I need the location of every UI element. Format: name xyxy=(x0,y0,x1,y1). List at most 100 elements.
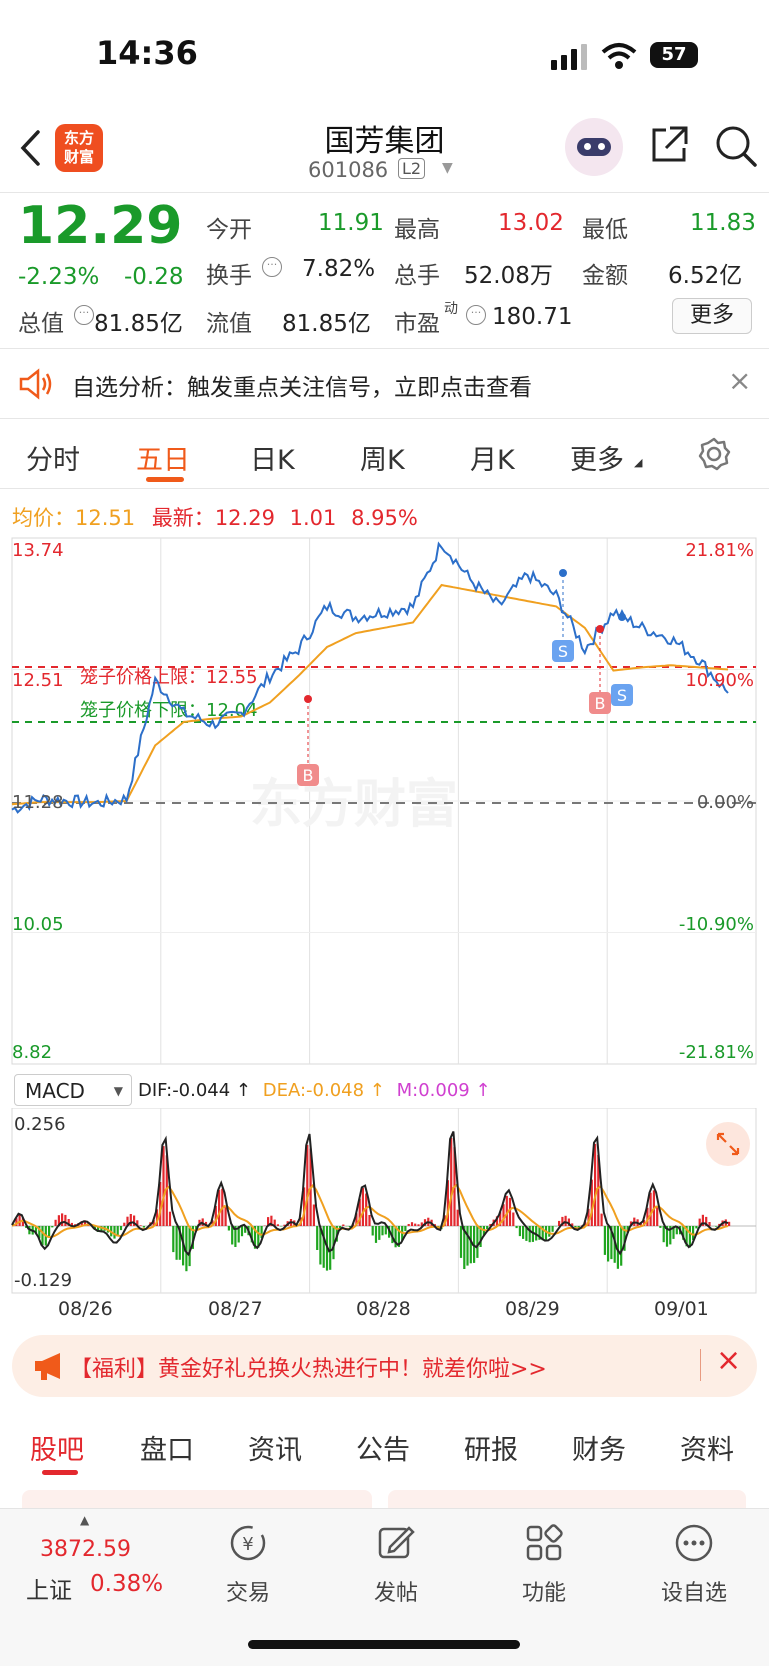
assistant-avatar-icon[interactable] xyxy=(565,118,623,176)
macd-bar xyxy=(509,1198,511,1226)
y-tick-left-1: 12.51 xyxy=(12,670,64,691)
macd-bar xyxy=(408,1224,410,1226)
sell-marker[interactable]: S xyxy=(611,613,633,706)
macd-bar xyxy=(656,1206,658,1226)
tab-daily-k[interactable]: 日K xyxy=(250,438,295,477)
close-icon[interactable]: × xyxy=(716,1343,741,1378)
macd-bar xyxy=(460,1226,462,1258)
buy-marker[interactable]: B xyxy=(297,695,319,786)
wifi-icon xyxy=(601,42,637,70)
tab-financials[interactable]: 财务 xyxy=(572,1428,626,1467)
macd-bar xyxy=(306,1145,308,1226)
tab-guba[interactable]: 股吧 xyxy=(30,1428,84,1467)
more-quote-button[interactable]: 更多 xyxy=(672,298,752,334)
macd-bar xyxy=(601,1214,603,1226)
float-cap-label: 流值 xyxy=(206,304,252,338)
settings-gear-icon[interactable] xyxy=(696,436,732,472)
y-tick-left-4: 8.82 xyxy=(12,1042,52,1063)
index-value[interactable]: 3872.59 xyxy=(40,1537,131,1562)
tab-weekly-k[interactable]: 周K xyxy=(360,438,405,477)
turnover-value: 7.82% xyxy=(302,256,375,282)
nav-add-watchlist-label: 设自选 xyxy=(634,1575,754,1607)
level2-badge[interactable]: L2 xyxy=(398,158,425,179)
status-bar: 14:36 57 xyxy=(0,0,769,110)
svg-text:S: S xyxy=(617,686,627,705)
current-price: 12.29 xyxy=(18,196,182,256)
nav-trade[interactable]: ¥ 交易 xyxy=(188,1517,308,1627)
macd-bar xyxy=(689,1226,691,1247)
macd-bar xyxy=(502,1204,504,1226)
y-tick-right-1: 10.90% xyxy=(685,670,754,691)
x-label-2: 08/28 xyxy=(356,1298,411,1320)
expand-icon[interactable] xyxy=(706,1122,750,1166)
macd-bar xyxy=(516,1226,518,1228)
info-icon[interactable]: ··· xyxy=(262,257,282,277)
nav-add-watchlist[interactable]: 设自选 xyxy=(634,1517,754,1627)
macd-bar xyxy=(225,1207,227,1226)
open-value: 11.91 xyxy=(318,210,384,236)
close-icon[interactable]: × xyxy=(728,364,751,397)
macd-bar xyxy=(620,1226,622,1266)
x-label-1: 08/27 xyxy=(208,1298,263,1320)
chevron-down-icon[interactable]: ▼ xyxy=(442,160,453,176)
change-amount: -0.28 xyxy=(124,264,184,290)
high-label: 最高 xyxy=(394,210,440,244)
macd-bar xyxy=(41,1226,43,1245)
y-tick-right-2: 0.00% xyxy=(697,792,754,813)
float-cap-value: 81.85亿 xyxy=(282,304,371,338)
nav-functions[interactable]: 功能 xyxy=(484,1517,604,1627)
nav-post[interactable]: 发帖 xyxy=(336,1517,456,1627)
share-icon[interactable] xyxy=(648,124,690,166)
pe-dynamic-superscript: 动 xyxy=(444,298,458,318)
tab-five-day[interactable]: 五日 xyxy=(136,438,190,477)
tab-more[interactable]: 更多 xyxy=(570,438,624,477)
info-icon[interactable]: ··· xyxy=(466,305,486,325)
macd-bar xyxy=(55,1220,57,1226)
tab-profile[interactable]: 资料 xyxy=(680,1428,734,1467)
megaphone-icon xyxy=(32,1351,68,1381)
macd-bar xyxy=(457,1210,459,1226)
promo-banner[interactable]: 【福利】黄金好礼兑换火热进行中！就差你啦>> × xyxy=(12,1335,757,1397)
stock-header: 东方财富 国芳集团 601086 L2 ▼ xyxy=(0,110,769,192)
macd-bar xyxy=(375,1226,377,1243)
tab-order-book[interactable]: 盘口 xyxy=(140,1428,194,1467)
macd-bar xyxy=(231,1226,233,1245)
banner-divider xyxy=(700,1349,701,1381)
tab-intraday[interactable]: 分时 xyxy=(26,438,80,477)
tab-monthly-k[interactable]: 月K xyxy=(470,438,515,477)
volume-value: 52.08万 xyxy=(464,256,553,290)
macd-bar xyxy=(519,1226,521,1236)
clock: 14:36 xyxy=(96,34,198,72)
indicator-select[interactable]: MACD▼ xyxy=(14,1074,132,1106)
yen-exchange-icon: ¥ xyxy=(228,1523,268,1563)
macd-bar xyxy=(162,1146,164,1226)
macd-y-top: 0.256 xyxy=(14,1114,66,1135)
tab-research[interactable]: 研报 xyxy=(464,1428,518,1467)
macd-bar xyxy=(64,1215,66,1226)
caret-up-icon: ▲ xyxy=(80,1513,89,1527)
latest-value: 12.29 xyxy=(215,506,275,530)
macd-bar xyxy=(659,1226,661,1228)
macd-bar xyxy=(143,1226,145,1228)
five-day-price-chart[interactable]: 东方财富 笼子价格上限：12.55 笼子价格下限：12.04 13.74 12.… xyxy=(0,532,769,1072)
y-tick-left-2: 11.28 xyxy=(12,792,64,813)
avg-price-label: 均价： xyxy=(12,506,75,530)
macd-bar xyxy=(277,1224,279,1226)
macd-bar xyxy=(404,1226,406,1231)
market-cap-value: 81.85亿 xyxy=(94,304,183,338)
y-tick-left-3: 10.05 xyxy=(12,914,64,935)
macd-bar xyxy=(512,1213,514,1227)
tab-news[interactable]: 资讯 xyxy=(248,1428,302,1467)
macd-bar xyxy=(548,1226,550,1237)
banner-text: 【福利】黄金好礼兑换火热进行中！就差你啦>> xyxy=(70,1351,547,1383)
macd-chart[interactable]: 0.256 -0.129 xyxy=(0,1108,769,1298)
search-icon[interactable] xyxy=(714,124,758,168)
notice-bar[interactable]: 自选分析：触发重点关注信号，立即点击查看 × xyxy=(0,352,769,416)
home-indicator xyxy=(248,1640,520,1649)
macd-bar xyxy=(228,1226,230,1231)
nav-post-label: 发帖 xyxy=(336,1575,456,1607)
macd-frame xyxy=(12,1108,756,1293)
macd-y-bottom: -0.129 xyxy=(14,1270,72,1291)
info-icon[interactable]: ··· xyxy=(74,305,94,325)
tab-announcements[interactable]: 公告 xyxy=(356,1428,410,1467)
